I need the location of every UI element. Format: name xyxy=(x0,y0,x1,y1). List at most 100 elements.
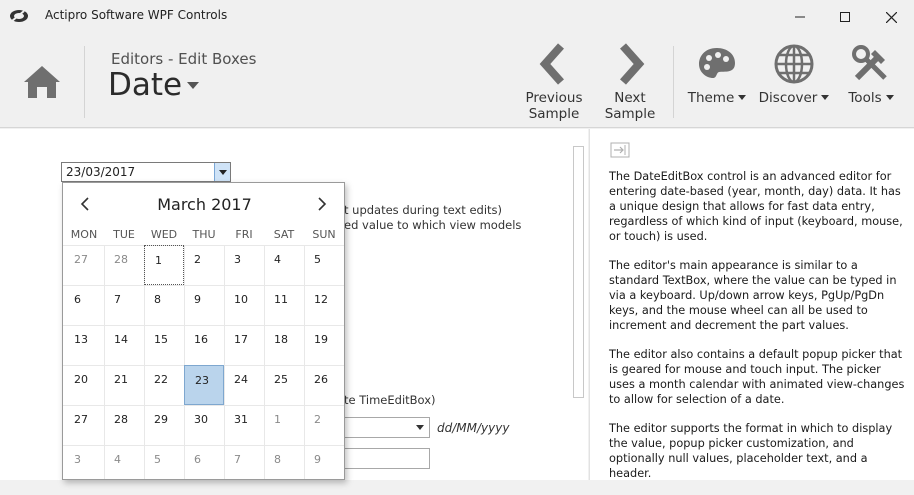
calendar-day[interactable]: 23 xyxy=(184,365,224,405)
calendar-day[interactable]: 14 xyxy=(104,325,144,365)
calendar-day[interactable]: 28 xyxy=(104,245,144,285)
month-year-header[interactable]: March 2017 xyxy=(63,195,344,214)
chevron-right-icon xyxy=(620,43,645,85)
format-label: dd/MM/yyyy xyxy=(437,421,510,435)
description-text: The DateEditBox control is an advanced e… xyxy=(609,169,907,495)
previous-label-2: Sample xyxy=(528,106,580,122)
tools-label: Tools xyxy=(848,90,882,106)
vertical-scrollbar[interactable] xyxy=(571,135,586,400)
ribbon-separator xyxy=(673,46,674,118)
discover-label: Discover xyxy=(758,90,818,106)
calendar-day[interactable]: 13 xyxy=(64,325,104,365)
calendar-day[interactable]: 27 xyxy=(64,405,104,445)
theme-label: Theme xyxy=(687,90,735,106)
collapse-panel-icon[interactable] xyxy=(610,142,630,158)
weekday-header: MON xyxy=(70,228,98,241)
home-icon[interactable] xyxy=(20,62,64,102)
description-paragraph: The editor also contains a default popup… xyxy=(609,348,905,406)
calendar-day[interactable]: 10 xyxy=(224,285,264,325)
calendar-day[interactable]: 17 xyxy=(224,325,264,365)
calendar-day[interactable]: 22 xyxy=(144,365,184,405)
calendar-popup: March 2017 MON TUE WED THU FRI SAT SUN 27 28 1 2 3 4… xyxy=(62,182,345,480)
calendar-day[interactable]: 9 xyxy=(184,285,224,325)
scrollbar-thumb[interactable] xyxy=(573,146,584,398)
calendar-day[interactable]: 4 xyxy=(104,445,144,479)
calendar-day[interactable]: 7 xyxy=(104,285,144,325)
calendar-day[interactable]: 2 xyxy=(304,405,344,445)
calendar-day[interactable]: 24 xyxy=(224,365,264,405)
calendar-day[interactable]: 4 xyxy=(264,245,304,285)
calendar-day[interactable]: 5 xyxy=(144,445,184,479)
calendar-day[interactable]: 3 xyxy=(224,245,264,285)
option-text: ed value to which view models xyxy=(344,218,522,232)
weekday-header: SAT xyxy=(273,228,295,241)
date-value[interactable]: 23/03/2017 xyxy=(66,165,135,179)
calendar-day[interactable]: 9 xyxy=(304,445,344,479)
calendar-day[interactable]: 21 xyxy=(104,365,144,405)
calendar-day[interactable]: 29 xyxy=(144,405,184,445)
calendar-day[interactable]: 30 xyxy=(184,405,224,445)
calendar-day[interactable]: 20 xyxy=(64,365,104,405)
weekday-header: THU xyxy=(192,228,216,241)
calendar-day[interactable]: 19 xyxy=(304,325,344,365)
calendar-day[interactable]: 31 xyxy=(224,405,264,445)
chevron-left-icon xyxy=(539,43,564,85)
format-combobox[interactable] xyxy=(344,417,430,438)
calendar-day[interactable]: 25 xyxy=(264,365,304,405)
discover-button[interactable]: Discover xyxy=(756,42,832,106)
calendar-day[interactable]: 6 xyxy=(64,285,104,325)
date-dropdown-button[interactable] xyxy=(214,163,230,181)
close-button[interactable] xyxy=(868,0,914,34)
theme-button[interactable]: Theme xyxy=(684,42,750,106)
ribbon: Editors - Edit Boxes Date Previous Sampl… xyxy=(0,34,914,128)
previous-sample-button[interactable]: Previous Sample xyxy=(521,42,587,122)
description-paragraph: The editor's main appearance is similar … xyxy=(609,259,897,332)
weekday-header: WED xyxy=(150,228,178,241)
tools-icon xyxy=(852,45,887,81)
chevron-down-icon xyxy=(885,95,894,100)
breadcrumb[interactable]: Editors - Edit Boxes xyxy=(111,50,256,68)
calendar-day[interactable]: 1 xyxy=(264,405,304,445)
calendar-day[interactable]: 8 xyxy=(144,285,184,325)
calendar-day[interactable]: 28 xyxy=(104,405,144,445)
calendar-day[interactable]: 12 xyxy=(304,285,344,325)
weekday-header: SUN xyxy=(312,228,336,241)
calendar-day[interactable]: 27 xyxy=(64,245,104,285)
calendar-day[interactable]: 18 xyxy=(264,325,304,365)
calendar-day[interactable]: 26 xyxy=(304,365,344,405)
calendar-day[interactable]: 1 xyxy=(144,245,184,285)
page-title[interactable]: Date xyxy=(108,67,182,103)
previous-label: Previous xyxy=(525,90,583,106)
description-panel: The DateEditBox control is an advanced e… xyxy=(589,129,914,480)
actipro-logo-icon xyxy=(10,10,28,22)
weekday-header: TUE xyxy=(113,228,135,241)
chevron-down-icon xyxy=(218,169,227,175)
calendar-day[interactable]: 2 xyxy=(184,245,224,285)
minimize-icon xyxy=(795,16,805,18)
calendar-day[interactable]: 16 xyxy=(184,325,224,365)
chevron-down-icon xyxy=(738,95,747,100)
chevron-down-icon[interactable] xyxy=(187,82,199,89)
maximize-icon xyxy=(840,12,850,22)
tools-button[interactable]: Tools xyxy=(840,42,902,106)
calendar-day[interactable]: 5 xyxy=(304,245,344,285)
description-paragraph: The DateEditBox control is an advanced e… xyxy=(609,170,903,243)
calendar-day[interactable]: 3 xyxy=(64,445,104,479)
description-paragraph: The editor supports the format in which … xyxy=(609,422,893,480)
maximize-button[interactable] xyxy=(822,0,868,34)
ribbon-separator xyxy=(84,46,85,118)
calendar-day[interactable]: 15 xyxy=(144,325,184,365)
globe-icon xyxy=(774,44,814,84)
next-sample-button[interactable]: Next Sample xyxy=(599,42,661,122)
minimize-button[interactable] xyxy=(777,0,823,34)
calendar-day[interactable]: 6 xyxy=(184,445,224,479)
calendar-day[interactable]: 7 xyxy=(224,445,264,479)
calendar-day[interactable]: 8 xyxy=(264,445,304,479)
window-title: Actipro Software WPF Controls xyxy=(45,8,228,22)
close-icon xyxy=(885,11,897,23)
chevron-down-icon xyxy=(821,95,830,100)
next-month-button[interactable] xyxy=(312,195,332,216)
text-field[interactable] xyxy=(344,448,430,469)
calendar-day[interactable]: 11 xyxy=(264,285,304,325)
date-edit-box[interactable]: 23/03/2017 xyxy=(61,162,231,182)
